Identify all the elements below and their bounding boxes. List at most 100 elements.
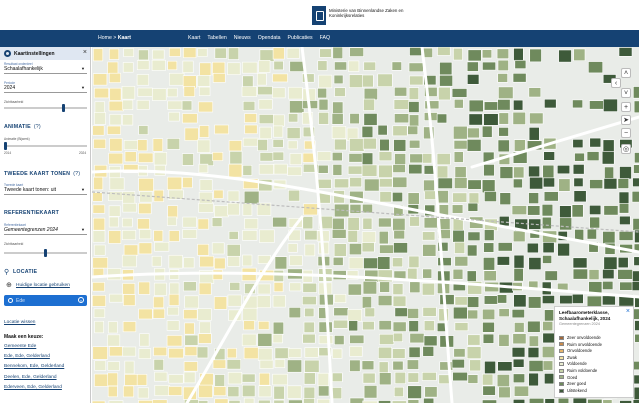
map-area: [361, 125, 374, 138]
map-area: [94, 112, 106, 125]
map-area: [138, 348, 152, 359]
map-area: [318, 321, 333, 333]
map-area: [227, 255, 241, 267]
locate-icon[interactable]: ◎: [621, 144, 631, 154]
navigate-arrow-icon[interactable]: ➤: [621, 115, 631, 125]
map-area: [109, 138, 123, 152]
map-area: [497, 361, 513, 372]
map-area: [182, 229, 198, 239]
location-search-input[interactable]: Ede ×: [4, 295, 87, 306]
pan-left-icon[interactable]: ‹: [611, 78, 621, 88]
map-area: [379, 138, 390, 152]
use-location-link[interactable]: Huidige locatie gebruiken: [16, 283, 70, 288]
menu-item-nieuws[interactable]: Nieuws: [234, 35, 251, 41]
period-value: 2024 ▼: [4, 85, 87, 93]
map-area: [361, 231, 377, 243]
reference-select[interactable]: Referentiekaart Gemeentegrenzen 2024 ▼: [4, 223, 87, 235]
map-area: [602, 281, 614, 290]
map-area: [589, 216, 600, 229]
help-icon[interactable]: (?): [34, 124, 41, 130]
breadcrumb-home[interactable]: Home: [98, 35, 112, 41]
clear-location-link[interactable]: Locatie wissen: [4, 320, 35, 325]
map-area: [109, 293, 124, 303]
map-area: [421, 282, 435, 296]
slider-handle[interactable]: [4, 142, 7, 150]
clear-search-icon[interactable]: ×: [78, 297, 84, 303]
close-panel-icon[interactable]: ×: [83, 49, 87, 56]
animation-slider[interactable]: [4, 142, 87, 150]
zoom-in-icon[interactable]: +: [621, 102, 631, 112]
zoom-out-icon[interactable]: −: [621, 128, 631, 138]
map-area: [349, 346, 363, 357]
map-area: [227, 62, 241, 76]
map-area: [274, 256, 288, 270]
pan-up-icon[interactable]: ˄: [621, 68, 631, 78]
map-area: [137, 218, 150, 230]
map-area: [423, 320, 435, 332]
pan-down-icon[interactable]: ˅: [621, 88, 631, 98]
map-area: [559, 205, 572, 219]
map-area: [108, 72, 121, 83]
transparency-slider[interactable]: [4, 104, 87, 112]
close-legend-icon[interactable]: ×: [626, 308, 630, 315]
map-area: [483, 257, 496, 271]
map-area: [392, 164, 406, 173]
map-area: [407, 372, 420, 383]
map-area: [378, 230, 389, 245]
slider-handle[interactable]: [44, 249, 47, 257]
map-area: [331, 229, 347, 239]
map-area: [453, 140, 468, 150]
reference-transparency-slider[interactable]: [4, 249, 87, 257]
map-area: [331, 152, 343, 162]
map-area: [287, 385, 302, 399]
choice-link[interactable]: Ederveen, Ede, Gelderland: [4, 385, 62, 390]
map-area: [108, 152, 124, 165]
menu-item-kaart[interactable]: Kaart: [188, 35, 200, 41]
transparency-label: Zichtbaarheid: [4, 100, 24, 104]
map-area: [154, 241, 170, 252]
map-area: [184, 346, 198, 357]
menu-item-opendata[interactable]: Opendata: [258, 35, 281, 41]
legend-swatch: [559, 375, 564, 380]
map-area: [139, 333, 150, 347]
map-area: [289, 153, 302, 166]
map-area: [393, 386, 404, 397]
map-area: [334, 61, 347, 71]
menu-item-faq[interactable]: FAQ: [320, 35, 330, 41]
map-area: [214, 257, 226, 270]
map-area: [212, 152, 224, 161]
map-area: [92, 192, 103, 202]
choice-link[interactable]: Ede, Ede, Gelderland: [4, 354, 50, 359]
map-area: [211, 242, 225, 255]
choice-link[interactable]: Deelen, Ede, Gelderland: [4, 375, 57, 380]
map-area: [498, 334, 510, 347]
map-area: [332, 101, 344, 115]
map-area: [349, 397, 365, 403]
map-area: [287, 243, 298, 253]
reference-value: Gemeentegrenzen 2024 ▼: [4, 227, 87, 235]
help-icon[interactable]: (?): [73, 171, 80, 177]
second-map-section-title: TWEEDE KAART TONEN (?): [4, 171, 81, 177]
second-map-select[interactable]: Tweede kaart Tweede kaart tonen: uit ▼: [4, 183, 87, 195]
map-area: [482, 321, 495, 333]
menu-item-tabellen[interactable]: Tabellen: [207, 35, 226, 41]
map-area: [242, 384, 256, 397]
reference-transparency-label: Zichtbaarheid: [4, 242, 24, 246]
map-area: [198, 282, 212, 295]
choice-link[interactable]: Gemeente Ede: [4, 344, 36, 349]
choice-link[interactable]: Bennekom, Ede, Gelderland: [4, 364, 64, 369]
map-area: [439, 61, 453, 76]
map-area: [259, 49, 275, 62]
period-select[interactable]: Periode 2024 ▼: [4, 81, 87, 93]
map-area: [422, 153, 433, 164]
map-area: [331, 387, 343, 400]
map-area: [197, 218, 209, 230]
map-area: [289, 100, 305, 114]
map-area: [348, 320, 359, 332]
map-area: [602, 231, 616, 244]
map-area: [304, 307, 315, 318]
slider-handle[interactable]: [61, 104, 65, 112]
theme-select[interactable]: Resultaat onderdeel Schaalafhankelijk ▼: [4, 62, 87, 74]
menu-item-publicaties[interactable]: Publicaties: [288, 35, 313, 41]
map-area: [392, 257, 404, 268]
